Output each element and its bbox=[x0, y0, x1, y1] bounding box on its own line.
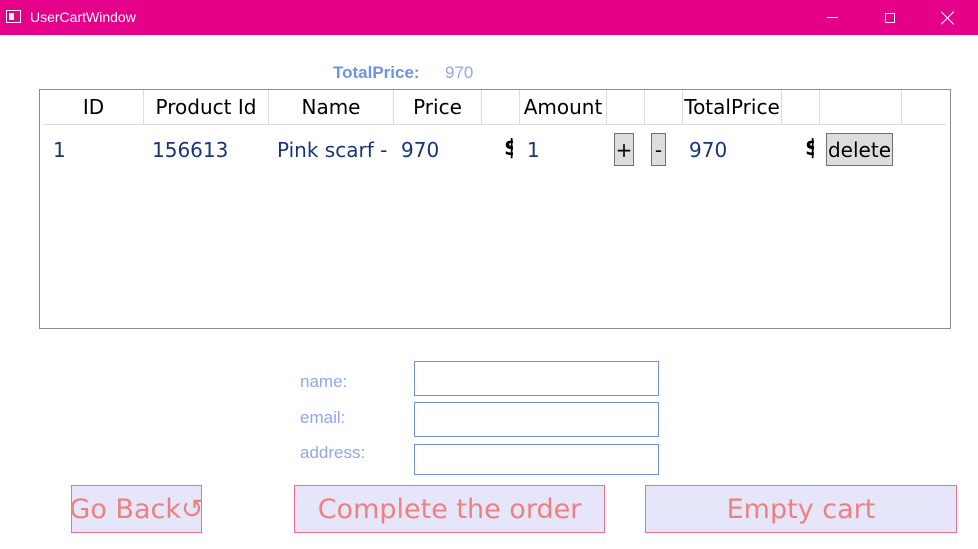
close-button[interactable] bbox=[919, 0, 977, 35]
maximize-button[interactable] bbox=[861, 0, 919, 35]
total-price-label: TotalPrice: bbox=[333, 63, 420, 82]
go-back-button[interactable]: Go Back↺ bbox=[69, 485, 204, 533]
name-input[interactable] bbox=[414, 361, 659, 396]
cell-amount: 1 bbox=[527, 138, 540, 162]
name-label: name: bbox=[300, 372, 348, 391]
complete-order-button[interactable]: Complete the order bbox=[294, 485, 605, 533]
email-label: email: bbox=[300, 408, 346, 427]
address-input[interactable] bbox=[414, 444, 659, 475]
cell-name: Pink scarf - bbox=[277, 138, 388, 162]
total-price-value: 970 bbox=[445, 63, 474, 82]
title-bar: UserCartWindow bbox=[0, 0, 978, 35]
column-header-name[interactable]: Name bbox=[269, 90, 394, 125]
minimize-icon bbox=[826, 17, 838, 18]
column-header-minus[interactable] bbox=[645, 90, 683, 125]
cell-total-currency: $ bbox=[805, 137, 814, 161]
cell-product-id: 156613 bbox=[152, 138, 229, 162]
maximize-icon bbox=[885, 12, 895, 23]
column-header-id[interactable]: ID bbox=[44, 90, 144, 125]
cell-id: 1 bbox=[53, 138, 66, 162]
window-title: UserCartWindow bbox=[30, 9, 136, 25]
empty-cart-button[interactable]: Empty cart bbox=[645, 485, 957, 533]
column-header-total-currency[interactable] bbox=[782, 90, 820, 125]
email-input[interactable] bbox=[414, 402, 659, 437]
cart-grid[interactable]: ID Product Id Name Price Amount TotalPri… bbox=[39, 89, 951, 329]
minimize-button[interactable] bbox=[803, 0, 861, 35]
close-icon bbox=[941, 11, 955, 25]
app-window-icon bbox=[6, 10, 21, 23]
column-header-price-currency[interactable] bbox=[482, 90, 520, 125]
increase-amount-button[interactable]: + bbox=[614, 133, 634, 166]
column-header-plus[interactable] bbox=[607, 90, 645, 125]
decrease-amount-button[interactable]: - bbox=[651, 133, 666, 166]
cell-total-price: 970 bbox=[689, 138, 728, 162]
cell-price-currency: $ bbox=[504, 137, 513, 161]
cell-price: 970 bbox=[401, 138, 440, 162]
column-header-filler bbox=[902, 90, 946, 125]
column-header-delete[interactable] bbox=[820, 90, 902, 125]
column-header-product-id[interactable]: Product Id bbox=[144, 90, 269, 125]
column-header-price[interactable]: Price bbox=[394, 90, 482, 125]
column-header-total-price[interactable]: TotalPrice bbox=[683, 90, 782, 125]
column-header-amount[interactable]: Amount bbox=[520, 90, 607, 125]
delete-item-button[interactable]: delete bbox=[826, 133, 893, 166]
address-label: address: bbox=[300, 443, 366, 462]
